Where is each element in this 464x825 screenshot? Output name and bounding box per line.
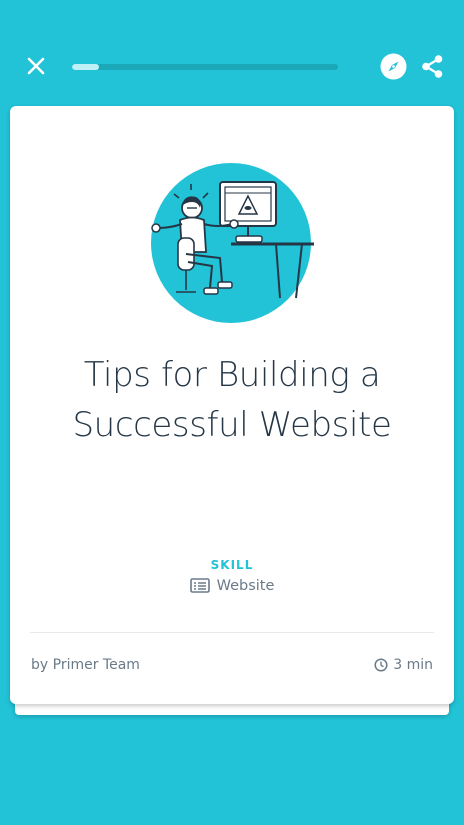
compass-icon — [380, 53, 407, 80]
lesson-title-line-2: Successful Website — [72, 405, 392, 445]
top-bar — [0, 0, 464, 100]
clock-icon — [374, 658, 388, 672]
progress-fill — [72, 64, 99, 70]
category-label: SKILL — [210, 558, 254, 572]
category-row: Website — [10, 578, 454, 594]
website-builder-illustration — [151, 163, 314, 323]
close-button[interactable] — [22, 52, 50, 80]
explore-button[interactable] — [380, 53, 407, 80]
author-label: by Primer Team — [31, 657, 140, 673]
duration-value: 3 min — [393, 657, 433, 673]
category-value: Website — [216, 578, 275, 594]
card-divider — [30, 632, 434, 633]
lesson-title: Tips for Building a Successful Website — [10, 350, 454, 450]
close-icon — [27, 57, 45, 75]
lesson-title-line-1: Tips for Building a — [83, 355, 381, 395]
list-icon — [189, 578, 210, 593]
share-icon — [422, 55, 443, 78]
duration: 3 min — [374, 657, 433, 673]
lesson-progress-bar — [72, 64, 338, 70]
share-button[interactable] — [420, 54, 445, 79]
lesson-card[interactable]: Tips for Building a Successful Website S… — [10, 106, 454, 704]
